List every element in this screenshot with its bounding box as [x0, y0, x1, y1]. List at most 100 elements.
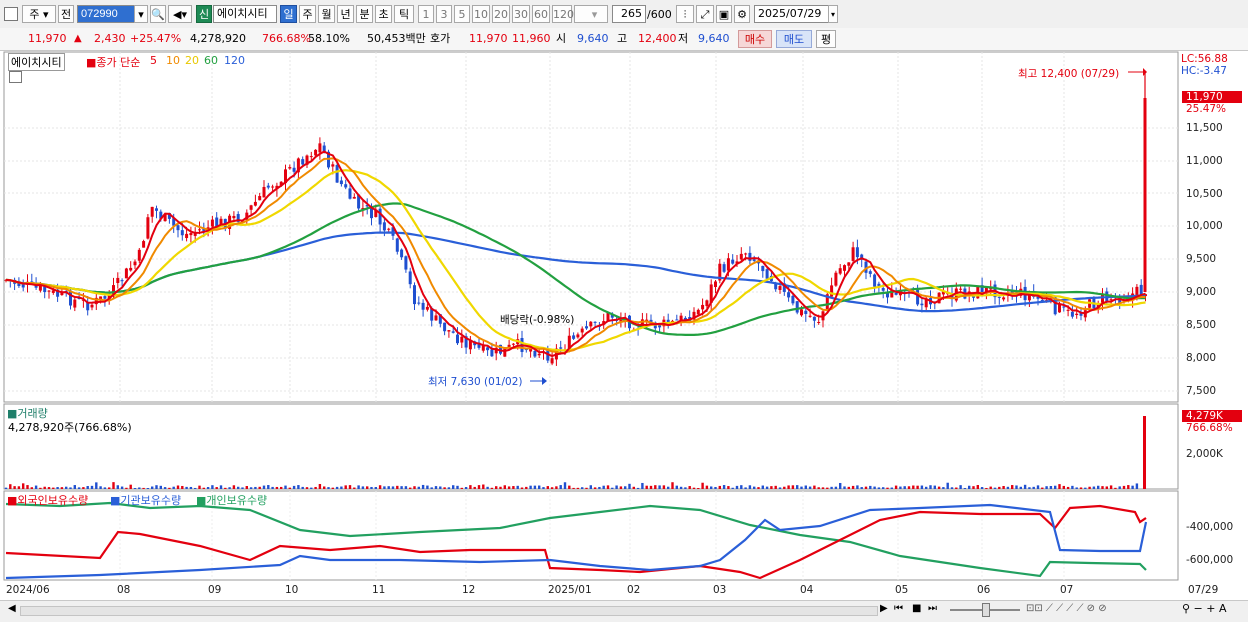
volume-bar — [1084, 487, 1087, 489]
chevron-down-icon[interactable]: ▾ — [134, 5, 148, 23]
interval-120[interactable]: 120 — [552, 5, 574, 23]
volume-pct: 766.68% — [1186, 422, 1233, 434]
gear-icon[interactable]: ⚙ — [734, 5, 750, 23]
volume-bar — [710, 486, 713, 489]
volume-bar — [516, 485, 519, 489]
volume-bar — [753, 486, 756, 489]
volume-bar — [826, 487, 829, 489]
table-icon[interactable] — [9, 71, 22, 83]
horizontal-scrollbar[interactable] — [20, 606, 878, 616]
sell-button[interactable]: 매도 — [776, 30, 812, 48]
volume-bar — [993, 487, 997, 489]
save-icon[interactable]: ▣ — [716, 5, 732, 23]
volume-bar — [400, 486, 403, 489]
speaker-icon[interactable]: ◀▾ — [168, 5, 192, 23]
interval-20[interactable]: 20 — [492, 5, 510, 23]
period-dropdown[interactable]: 주 ▾ — [22, 5, 56, 23]
volume-bar — [366, 486, 369, 489]
volume-bar — [1045, 486, 1048, 489]
volume-bar — [357, 485, 360, 489]
volume-bar — [692, 487, 696, 489]
volume-bar — [1079, 487, 1083, 489]
calendar-dropdown-icon[interactable]: ▾ — [828, 5, 838, 23]
interval-10[interactable]: 10 — [472, 5, 490, 23]
volume-bar — [1011, 485, 1014, 489]
stock-name-field[interactable]: 에이치시티 — [213, 5, 277, 23]
window-icon[interactable] — [4, 7, 18, 21]
tab-tick[interactable]: 틱 — [394, 5, 414, 23]
volume-bar — [73, 485, 76, 489]
interval-30[interactable]: 30 — [512, 5, 530, 23]
volume-bar — [142, 487, 145, 489]
candle-body — [129, 267, 133, 271]
date-field[interactable]: 2025/07/29 — [754, 5, 830, 23]
volume-bar — [770, 486, 773, 489]
volume-bar — [176, 485, 180, 489]
candle-icon[interactable]: ⫶ — [676, 5, 694, 23]
code-input[interactable] — [77, 5, 135, 23]
rewind-icon[interactable]: ⏮ — [894, 603, 903, 614]
price-panel-title[interactable]: 에이치시티 — [8, 53, 65, 71]
volume-bar — [327, 487, 330, 489]
volume-bar — [323, 486, 326, 489]
candle-body — [868, 271, 872, 274]
candle-body — [133, 261, 137, 266]
volume-bar — [413, 486, 416, 489]
volume-bar — [288, 487, 291, 489]
interval-1[interactable]: 1 — [418, 5, 434, 23]
volume-bar — [202, 487, 205, 489]
fast-forward-icon[interactable]: ⏭ — [928, 603, 937, 614]
volume-bar — [206, 487, 210, 489]
chart-canvas[interactable] — [0, 51, 1248, 621]
tab-second[interactable]: 초 — [375, 5, 392, 23]
volume-bar — [310, 487, 313, 489]
tab-week[interactable]: 주 — [299, 5, 316, 23]
avg-button[interactable]: 평 — [816, 30, 836, 48]
volume-bar — [301, 486, 304, 489]
zoom-controls[interactable]: ⚲ − + A — [1182, 602, 1227, 615]
volume-bar — [916, 485, 919, 489]
volume-bar — [912, 485, 915, 489]
tab-month[interactable]: 월 — [318, 5, 335, 23]
volume-bar — [985, 487, 988, 489]
scroll-left-icon[interactable]: ◀ — [8, 603, 16, 614]
candle-body — [120, 280, 124, 282]
volume-bar — [82, 487, 85, 489]
turnover-rate: 58.10% — [308, 32, 350, 45]
interval-60[interactable]: 60 — [532, 5, 550, 23]
current-price: 11,970 — [28, 32, 67, 45]
search-icon[interactable]: 🔍 — [150, 5, 166, 23]
volume-bar — [542, 487, 545, 489]
volume-bar — [434, 486, 438, 489]
x-tick-02: 02 — [627, 584, 641, 596]
up-arrow-icon: ▲ — [74, 33, 82, 44]
zoom-slider-handle[interactable] — [982, 603, 990, 617]
tab-minute[interactable]: 분 — [356, 5, 373, 23]
scroll-right-icon[interactable]: ▶ — [880, 603, 888, 614]
volume-bar — [684, 487, 687, 489]
ma-5-label: 5 — [150, 54, 157, 67]
candle-body — [150, 206, 154, 217]
draw-icon[interactable]: ⤢ — [696, 5, 714, 23]
candle-body — [1070, 311, 1074, 317]
interval-5[interactable]: 5 — [454, 5, 470, 23]
interval-dropdown[interactable]: ▾ — [574, 5, 608, 23]
volume-bar — [490, 487, 494, 489]
buy-button[interactable]: 매수 — [738, 30, 772, 48]
candle-body — [309, 156, 313, 158]
volume-bar — [925, 486, 928, 489]
count-field[interactable]: 265 — [612, 5, 646, 23]
jeon-button[interactable]: 전 — [58, 5, 74, 23]
tab-year[interactable]: 년 — [337, 5, 354, 23]
interval-3[interactable]: 3 — [436, 5, 452, 23]
sin-button[interactable]: 신 — [196, 5, 212, 23]
candle-body — [103, 296, 107, 299]
stop-icon[interactable]: ■ — [912, 603, 921, 614]
volume-bar — [1101, 486, 1104, 489]
volume-bar — [873, 486, 876, 489]
volume-bar — [280, 486, 283, 489]
candle-body — [185, 233, 189, 239]
tab-day[interactable]: 일 — [280, 5, 297, 23]
draw-tools-icon[interactable]: ⊡⊡ ⟋ ⟋ ⟋ ⟋ ⊘ ⊘ — [1026, 603, 1107, 614]
candle-body — [124, 268, 128, 279]
